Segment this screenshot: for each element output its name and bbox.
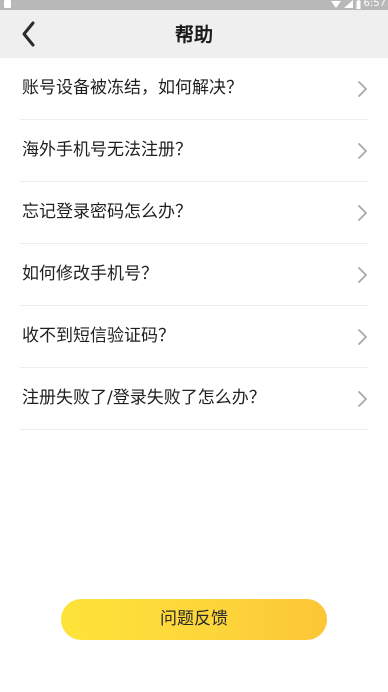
chevron-right-icon bbox=[358, 267, 367, 283]
battery-icon bbox=[356, 0, 361, 9]
wifi-icon bbox=[330, 1, 341, 8]
faq-item-label: 注册失败了/登录失败了怎么办？ bbox=[22, 388, 266, 408]
feedback-button[interactable]: 问题反馈 bbox=[61, 599, 327, 640]
chevron-right-icon bbox=[358, 329, 367, 345]
signal-icon bbox=[343, 0, 353, 8]
faq-list: 账号设备被冻结，如何解决？ 海外手机号无法注册？ 忘记登录密码怎么办？ 如何修改… bbox=[0, 58, 388, 430]
faq-item[interactable]: 收不到短信验证码？ bbox=[20, 306, 368, 368]
faq-item[interactable]: 忘记登录密码怎么办？ bbox=[20, 182, 368, 244]
faq-item-label: 账号设备被冻结，如何解决？ bbox=[22, 78, 243, 98]
faq-item[interactable]: 注册失败了/登录失败了怎么办？ bbox=[20, 368, 368, 430]
chevron-right-icon bbox=[358, 391, 367, 407]
faq-item[interactable]: 账号设备被冻结，如何解决？ bbox=[20, 58, 368, 120]
header-bar: 帮助 bbox=[0, 10, 388, 58]
faq-item-label: 海外手机号无法注册？ bbox=[22, 140, 192, 160]
back-button[interactable] bbox=[14, 18, 44, 50]
faq-item[interactable]: 海外手机号无法注册？ bbox=[20, 120, 368, 182]
page-title: 帮助 bbox=[174, 24, 213, 46]
notification-icon bbox=[4, 0, 11, 8]
status-time: 6:57 bbox=[363, 0, 386, 9]
faq-item[interactable]: 如何修改手机号？ bbox=[20, 244, 368, 306]
status-icons: 6:57 bbox=[330, 0, 386, 10]
chevron-left-icon bbox=[22, 21, 35, 47]
faq-item-label: 如何修改手机号？ bbox=[22, 264, 158, 284]
status-bar: 6:57 bbox=[0, 0, 388, 10]
chevron-right-icon bbox=[358, 143, 367, 159]
faq-item-label: 忘记登录密码怎么办？ bbox=[22, 202, 192, 222]
chevron-right-icon bbox=[358, 81, 367, 97]
faq-item-label: 收不到短信验证码？ bbox=[22, 326, 175, 346]
chevron-right-icon bbox=[358, 205, 367, 221]
